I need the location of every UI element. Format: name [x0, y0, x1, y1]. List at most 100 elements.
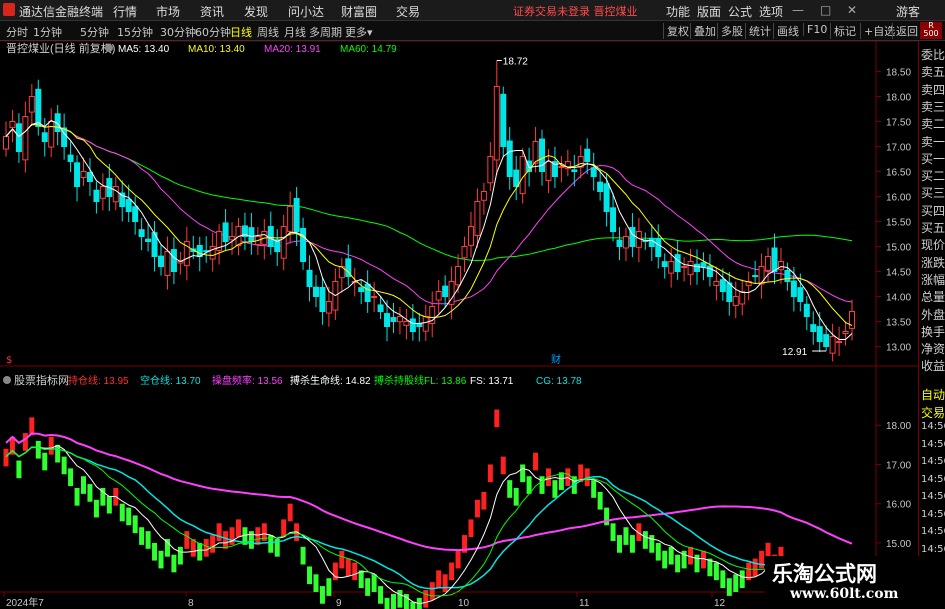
candle-body	[22, 116, 29, 161]
ma-legend: MA5: 13.40 MA10: 13.40 MA20: 13.91 MA60: 14…	[118, 44, 397, 55]
btn-diejia[interactable]: 叠加	[690, 23, 719, 39]
sub-bar	[106, 495, 112, 514]
quote-label: 卖三	[921, 99, 945, 114]
sub-bar	[61, 456, 67, 475]
candle-body	[500, 93, 507, 147]
candle-body	[758, 266, 765, 285]
period-15min[interactable]: 15分钟	[117, 24, 153, 40]
sub-bar	[610, 523, 616, 541]
btn-huaxian[interactable]: 画线	[773, 23, 802, 39]
candle-body	[409, 318, 416, 333]
sub-legend-toggle-icon[interactable]	[3, 376, 11, 384]
candle-body	[687, 261, 694, 276]
menu-item-gongneng[interactable]: 功能	[666, 3, 690, 20]
sub-bar	[410, 601, 416, 609]
btn-tongji[interactable]: 统计	[745, 23, 774, 39]
candle-body	[312, 286, 319, 298]
sub-bar	[68, 468, 74, 487]
menu-item-gongshi[interactable]: 公式	[728, 3, 752, 20]
kline-chart[interactable]: 晋控煤业(日线 前复权) MA5: 13.40 MA10: 13.40 MA20: …	[0, 41, 918, 609]
app-logo-icon	[3, 3, 15, 16]
main-tick-label: 16.00	[886, 193, 911, 204]
sub-bar	[662, 550, 668, 569]
ma5-line	[5, 119, 853, 340]
auto-trade-label[interactable]: 交易	[921, 404, 945, 421]
r500-badge[interactable]: R 500	[920, 22, 942, 39]
menu-item-banmian[interactable]: 版面	[697, 3, 721, 20]
event-marker-cai[interactable]: 财	[551, 353, 561, 366]
candle-body	[668, 261, 675, 274]
sub-bar	[300, 546, 306, 565]
candle-body	[661, 261, 668, 267]
quote-label: 买五	[921, 221, 945, 235]
btn-biaoji[interactable]: 标记	[830, 23, 859, 39]
sub-bar	[145, 531, 151, 549]
menu-item-hangqing[interactable]: 行情	[113, 3, 137, 20]
ma-legend-item: MA5: 13.40	[118, 44, 170, 55]
period-30min[interactable]: 30分钟	[160, 24, 196, 40]
sub-bar	[390, 593, 396, 609]
candle-body	[816, 326, 823, 342]
period-1min[interactable]: 1分钟	[33, 24, 62, 40]
period-daily[interactable]: 日线	[230, 24, 252, 40]
btn-back[interactable]: 返回	[892, 23, 921, 39]
sub-bar	[513, 488, 519, 506]
main-tick-label: 15.50	[886, 218, 911, 229]
btn-f10[interactable]: F10	[803, 23, 830, 36]
candles[interactable]	[3, 60, 855, 362]
event-marker-s[interactable]: $	[6, 355, 12, 366]
minimize-icon[interactable]: —	[792, 3, 804, 17]
quote-label: 买三	[921, 186, 945, 201]
tick-time: 14:56	[921, 421, 945, 432]
menu-item-jiaoyi[interactable]: 交易	[396, 3, 420, 20]
period-5min[interactable]: 5分钟	[80, 24, 109, 40]
candle-body	[603, 183, 610, 213]
candle-body	[377, 304, 384, 313]
candle-body	[719, 279, 726, 292]
period-weekly[interactable]: 周线	[257, 24, 279, 40]
trade-login-warning[interactable]: 证券交易未登录 晋控煤业	[513, 3, 638, 19]
menu-item-shichang[interactable]: 市场	[156, 3, 180, 20]
auto-trade-label[interactable]: 自动	[921, 386, 945, 403]
maximize-icon[interactable]: □	[820, 3, 831, 17]
sub-bar	[726, 578, 732, 596]
btn-duogu[interactable]: 多股	[717, 23, 746, 39]
sub-bar	[139, 527, 145, 545]
main-tick-label: 13.50	[886, 318, 911, 329]
sub-y-ticks: 18.00 17.00 16.00 15.00	[876, 421, 911, 550]
date-label: 11	[579, 598, 590, 609]
close-icon[interactable]: ✕	[847, 3, 857, 17]
period-more[interactable]: 更多▾	[345, 24, 373, 40]
period-fenshi[interactable]: 分时	[6, 24, 28, 40]
menu-item-faxian[interactable]: 发现	[244, 3, 268, 20]
sub-bar	[655, 542, 661, 561]
candle-body	[493, 86, 500, 161]
candle-body	[784, 269, 791, 283]
sub-bar	[281, 519, 287, 538]
legend-toggle-icon[interactable]	[105, 44, 113, 52]
sub-bar	[455, 550, 461, 569]
candle-body	[655, 238, 662, 257]
menu-item-zixun[interactable]: 资讯	[200, 3, 224, 20]
sub-tick-label: 15.00	[886, 539, 911, 550]
candle-body	[700, 262, 707, 267]
guest-label[interactable]: 游客	[896, 3, 920, 20]
period-monthly[interactable]: 月线	[284, 24, 306, 40]
candle-body	[248, 227, 255, 243]
candle-body	[513, 169, 520, 187]
menu-item-wenxiaoda[interactable]: 问小达	[288, 3, 324, 20]
sub-bar	[22, 433, 28, 451]
menu-item-caifuquan[interactable]: 财富圈	[341, 3, 377, 20]
candle-body	[836, 341, 843, 343]
sub-bar	[319, 586, 325, 604]
btn-fuquan[interactable]: 复权	[663, 23, 692, 39]
menu-item-xuanxiang[interactable]: 选项	[759, 3, 783, 20]
period-60min[interactable]: 60分钟	[195, 24, 231, 40]
period-multi[interactable]: 多周期	[309, 24, 342, 40]
quote-label: 卖一	[921, 134, 945, 149]
candle-body	[48, 121, 55, 148]
candle-body	[739, 291, 746, 305]
candle-body	[474, 201, 481, 236]
candle-body	[403, 321, 410, 326]
sub-bar	[229, 527, 235, 545]
